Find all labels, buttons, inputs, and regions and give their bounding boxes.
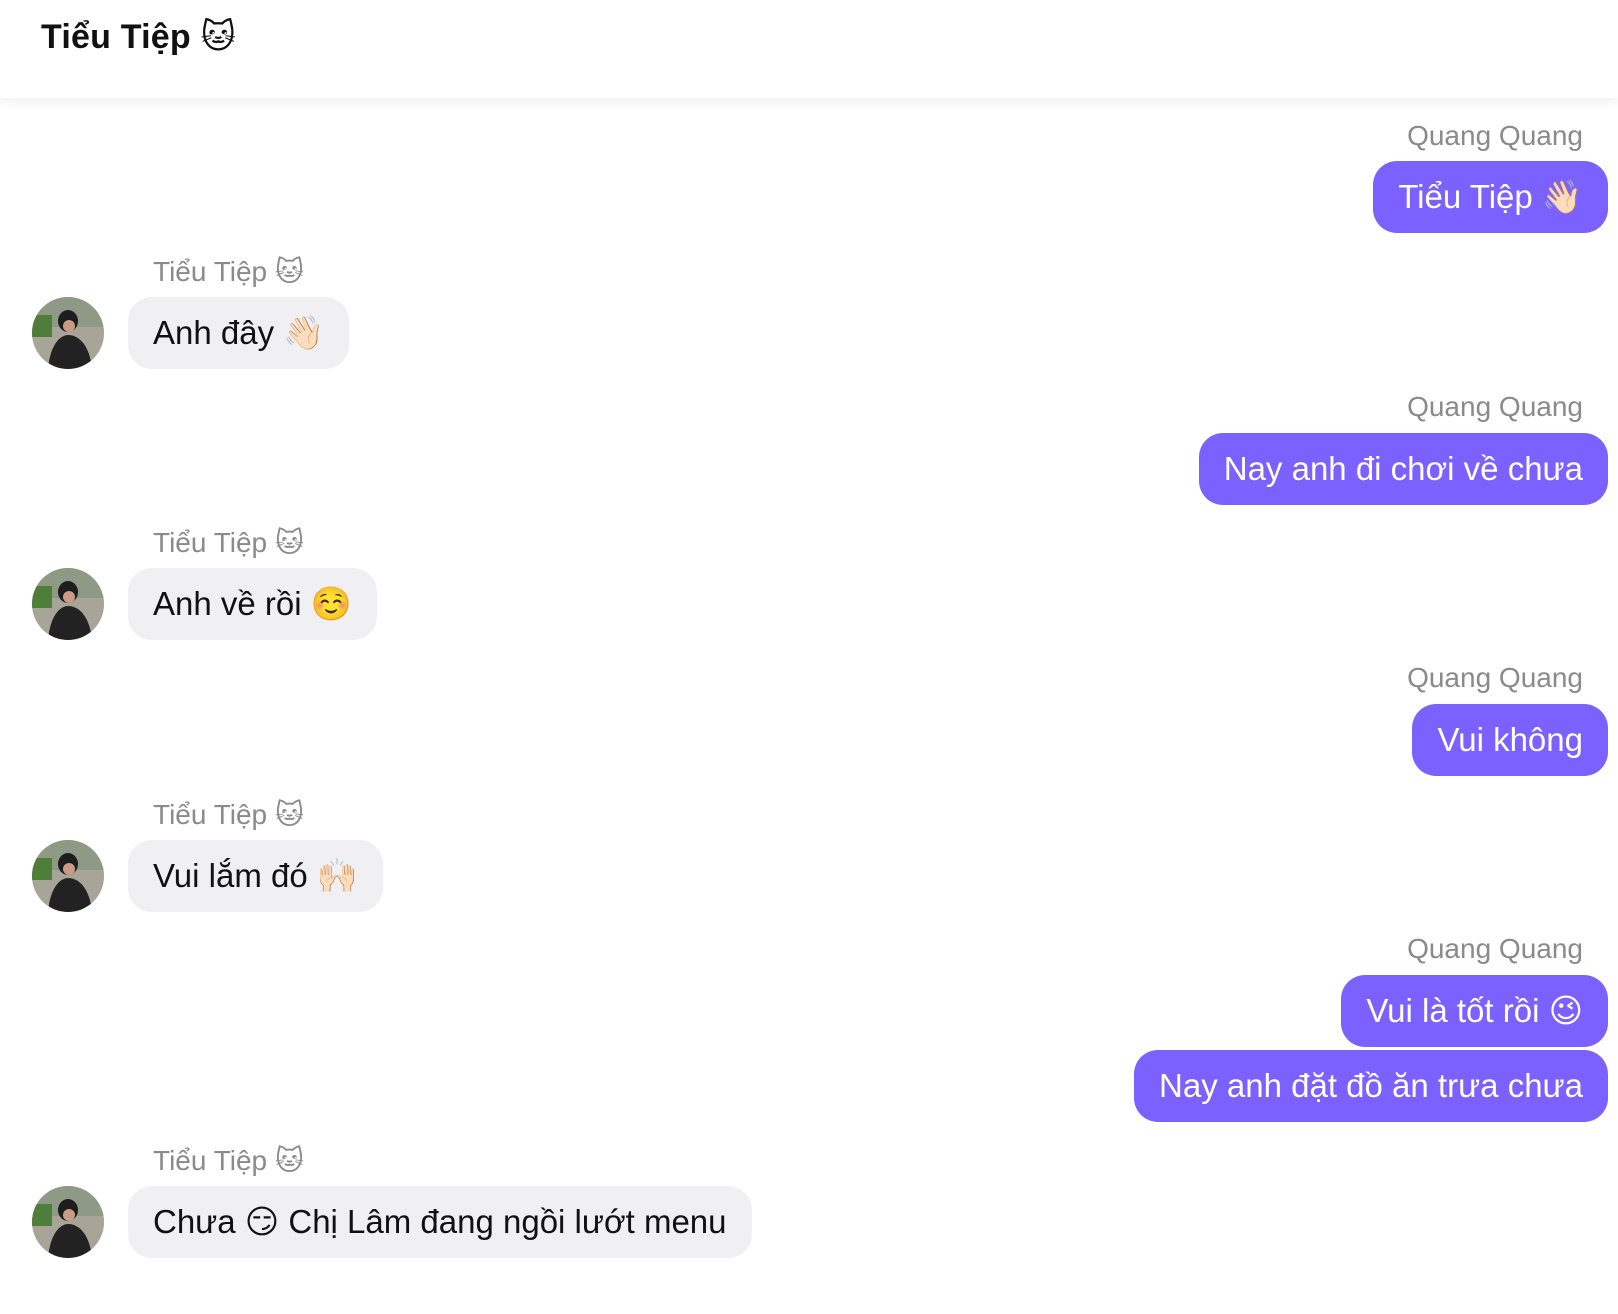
sender-name: Tiểu Tiệp 🐱 bbox=[153, 256, 305, 287]
sender-name: Tiểu Tiệp 🐱 bbox=[153, 1145, 305, 1176]
incoming-message-bubble[interactable]: Anh về rồi ☺️ bbox=[128, 568, 377, 640]
outgoing-message-bubble[interactable]: Vui không bbox=[1412, 704, 1608, 776]
sender-name: Quang Quang bbox=[1407, 120, 1583, 151]
outgoing-message-bubble[interactable]: Nay anh đặt đồ ăn trưa chưa bbox=[1134, 1050, 1608, 1122]
message-list[interactable]: Quang Quang Tiểu Tiệp 👋🏻 Tiểu Tiệp 🐱 Anh… bbox=[0, 98, 1618, 1314]
incoming-message-bubble[interactable]: Anh đây 👋🏻 bbox=[128, 297, 350, 369]
incoming-message-bubble[interactable]: Vui lắm đó 🙌🏻 bbox=[128, 840, 383, 912]
incoming-message-bubble[interactable]: Chưa 😏 Chị Lâm đang ngồi lướt menu bbox=[128, 1186, 752, 1258]
chat-title: Tiểu Tiệp 🐱 bbox=[41, 18, 237, 56]
sender-name: Quang Quang bbox=[1407, 662, 1583, 693]
avatar-photo-icon bbox=[32, 297, 104, 369]
outgoing-message-bubble[interactable]: Nay anh đi chơi về chưa bbox=[1198, 433, 1608, 505]
outgoing-message-bubble[interactable]: Vui là tốt rồi 😉 bbox=[1341, 975, 1608, 1047]
avatar[interactable] bbox=[32, 568, 104, 640]
avatar-photo-icon bbox=[32, 840, 104, 912]
chat-header: Tiểu Tiệp 🐱 bbox=[0, 0, 1618, 98]
avatar[interactable] bbox=[32, 1186, 104, 1258]
outgoing-message-bubble[interactable]: Tiểu Tiệp 👋🏻 bbox=[1373, 161, 1608, 233]
sender-name: Tiểu Tiệp 🐱 bbox=[153, 527, 305, 558]
avatar-photo-icon bbox=[32, 568, 104, 640]
sender-name: Tiểu Tiệp 🐱 bbox=[153, 799, 305, 830]
avatar[interactable] bbox=[32, 297, 104, 369]
avatar-photo-icon bbox=[32, 1186, 104, 1258]
sender-name: Quang Quang bbox=[1407, 391, 1583, 422]
sender-name: Quang Quang bbox=[1407, 933, 1583, 964]
avatar[interactable] bbox=[32, 840, 104, 912]
